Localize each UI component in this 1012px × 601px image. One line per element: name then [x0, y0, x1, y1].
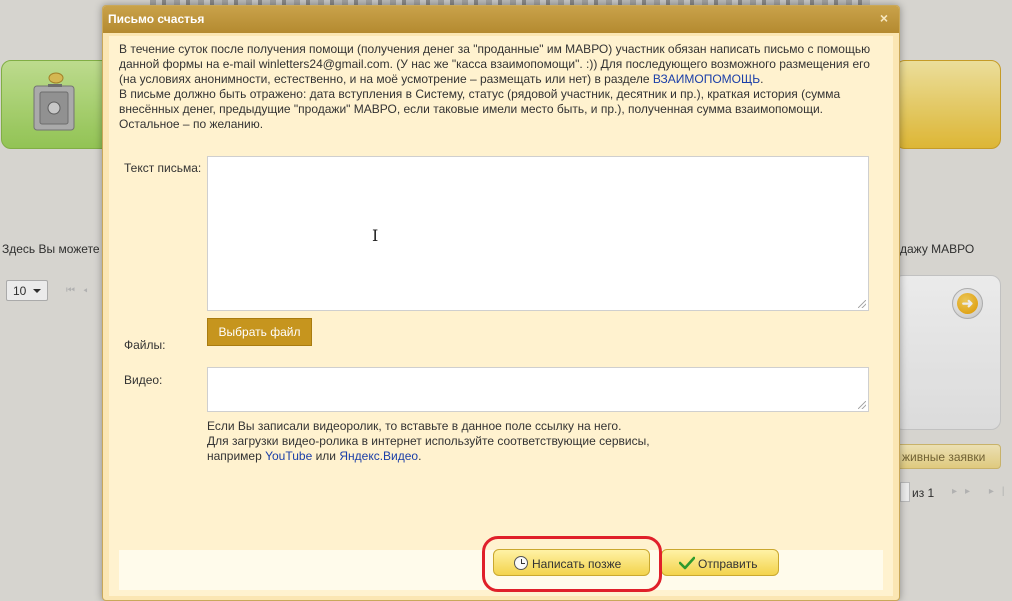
choose-file-button[interactable]: Выбрать файл — [207, 318, 312, 346]
intro-text: В течение суток после получения помощи (… — [119, 42, 889, 132]
check-icon — [679, 556, 695, 570]
intro-paragraph-3: Остальное – по желанию. — [119, 117, 264, 131]
close-icon[interactable]: × — [877, 9, 891, 27]
letter-text-label: Текст письма: — [124, 161, 202, 175]
video-help-or: или — [312, 449, 340, 463]
intro-text-1-end: . — [760, 72, 764, 86]
mutual-aid-link[interactable]: ВЗАИМОПОМОЩЬ — [653, 72, 760, 86]
video-help-line-3: например YouTube или Яндекс.Видео. — [207, 449, 650, 464]
video-link-input[interactable] — [207, 367, 869, 412]
yandex-video-link[interactable]: Яндекс.Видео — [339, 449, 418, 463]
video-label: Видео: — [124, 373, 163, 387]
write-later-label: Написать позже — [532, 557, 622, 571]
resize-grip-icon[interactable] — [858, 300, 866, 308]
youtube-link[interactable]: YouTube — [265, 449, 312, 463]
video-help-line-2: Для загрузки видео-ролика в интернет исп… — [207, 434, 650, 448]
send-label: Отправить — [698, 557, 758, 571]
text-cursor-icon: I — [372, 226, 379, 245]
dialog-title: Письмо счастья — [108, 12, 205, 26]
resize-grip-icon[interactable] — [858, 401, 866, 409]
intro-paragraph-1: В течение суток после получения помощи (… — [119, 42, 889, 87]
write-later-button[interactable]: Написать позже — [493, 549, 650, 576]
dialog-titlebar[interactable]: Письмо счастья × — [103, 6, 899, 33]
intro-paragraph-2: В письме должно быть отражено: дата всту… — [119, 87, 841, 116]
letter-text-input[interactable] — [207, 156, 869, 311]
send-button[interactable]: Отправить — [661, 549, 779, 576]
files-label: Файлы: — [124, 338, 166, 352]
video-help-line-1: Если Вы записали видеоролик, то вставьте… — [207, 419, 622, 433]
clock-icon — [514, 556, 528, 570]
dialog-content: В течение суток после получения помощи (… — [109, 36, 893, 596]
video-help-prefix: например — [207, 449, 266, 463]
video-help-end: . — [418, 449, 422, 463]
happiness-letter-dialog: Письмо счастья × В течение суток после п… — [102, 5, 900, 601]
video-help-text: Если Вы записали видеоролик, то вставьте… — [207, 419, 650, 464]
